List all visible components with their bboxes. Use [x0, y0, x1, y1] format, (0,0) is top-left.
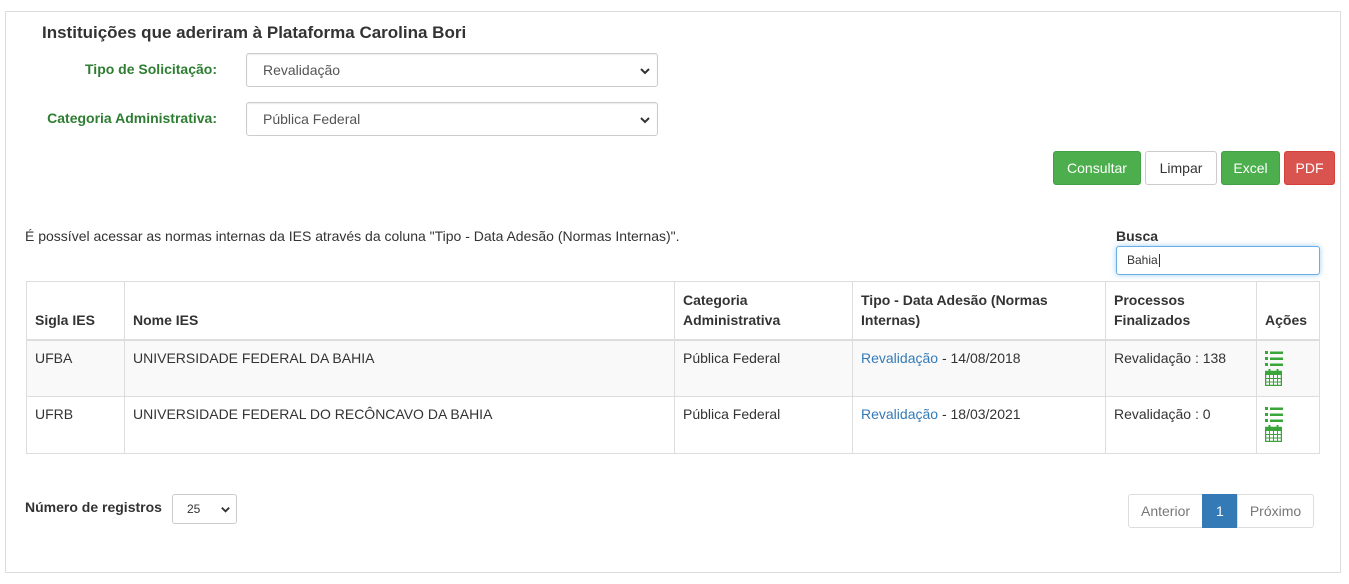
- cell-tipo: Revalidação - 18/03/2021: [852, 396, 1106, 454]
- next-page-button[interactable]: Próximo: [1236, 494, 1315, 528]
- cell-processos: Revalidação : 0: [1105, 396, 1257, 454]
- categoria-administrativa-value: Pública Federal: [263, 111, 361, 127]
- categoria-administrativa-label: Categoria Administrativa:: [47, 110, 217, 126]
- cell-tipo: Revalidação - 14/08/2018: [852, 339, 1106, 397]
- adesao-date: - 18/03/2021: [938, 406, 1021, 422]
- adesao-date: - 14/08/2018: [938, 349, 1021, 366]
- cell-nome: UNIVERSIDADE FEDERAL DA BAHIA: [124, 339, 675, 397]
- normas-note: É possível acessar as normas internas da…: [25, 228, 680, 244]
- cell-nome: UNIVERSIDADE FEDERAL DO RECÔNCAVO DA BAH…: [124, 396, 675, 454]
- cell-acoes: [1256, 339, 1320, 397]
- column-header-acoes: Ações: [1256, 281, 1320, 341]
- tipo-solicitacao-select[interactable]: Revalidação: [246, 53, 658, 87]
- table-row: UFRB UNIVERSIDADE FEDERAL DO RECÔNCAVO D…: [26, 396, 1320, 454]
- excel-button[interactable]: Excel: [1221, 151, 1280, 185]
- chevron-down-icon: [221, 507, 230, 513]
- cell-sigla: UFBA: [26, 339, 125, 397]
- search-label: Busca: [1116, 228, 1159, 244]
- search-value: Bahia: [1127, 253, 1158, 267]
- column-header-categoria[interactable]: Categoria Administrativa: [674, 281, 853, 341]
- consultar-button[interactable]: Consultar: [1053, 151, 1141, 185]
- column-header-tipo[interactable]: Tipo - Data Adesão (Normas Internas): [852, 281, 1106, 341]
- chevron-down-icon: [640, 117, 650, 124]
- list-icon[interactable]: [1265, 406, 1283, 423]
- normas-link[interactable]: Revalidação: [861, 350, 938, 366]
- column-header-sigla[interactable]: Sigla IES: [26, 281, 125, 341]
- calendar-icon[interactable]: [1265, 368, 1282, 386]
- cell-acoes: [1256, 396, 1320, 454]
- cell-categoria: Pública Federal: [674, 396, 853, 454]
- categoria-administrativa-select[interactable]: Pública Federal: [246, 102, 658, 136]
- panel-title: Instituições que aderiram à Plataforma C…: [30, 14, 479, 52]
- column-header-nome[interactable]: Nome IES: [124, 281, 675, 341]
- column-header-processos[interactable]: Processos Finalizados: [1105, 281, 1257, 341]
- page-size-select[interactable]: 25: [172, 494, 237, 524]
- chevron-down-icon: [640, 68, 650, 75]
- tipo-solicitacao-label: Tipo de Solicitação:: [85, 61, 217, 77]
- table-header-row: Sigla IES Nome IES Categoria Administrati…: [26, 281, 1320, 341]
- previous-page-button[interactable]: Anterior: [1128, 494, 1204, 528]
- cell-categoria: Pública Federal: [674, 339, 853, 397]
- page-size-value: 25: [187, 502, 201, 516]
- pdf-button[interactable]: PDF: [1284, 151, 1335, 185]
- search-input[interactable]: Bahia: [1116, 246, 1320, 275]
- page-size-label: Número de registros: [25, 499, 162, 515]
- tipo-solicitacao-value: Revalidação: [263, 62, 341, 78]
- limpar-button[interactable]: Limpar: [1145, 151, 1217, 185]
- list-icon[interactable]: [1265, 350, 1283, 367]
- cell-sigla: UFRB: [26, 396, 125, 454]
- institutions-table: Sigla IES Nome IES Categoria Administrati…: [26, 281, 1320, 454]
- cell-processos: Revalidação : 138: [1105, 339, 1257, 397]
- page-1-button[interactable]: 1: [1202, 494, 1238, 528]
- pagination: Anterior 1 Próximo: [1128, 494, 1315, 528]
- table-row: UFBA UNIVERSIDADE FEDERAL DA BAHIA Públi…: [26, 339, 1320, 397]
- normas-link[interactable]: Revalidação: [861, 406, 938, 422]
- calendar-icon[interactable]: [1265, 425, 1282, 442]
